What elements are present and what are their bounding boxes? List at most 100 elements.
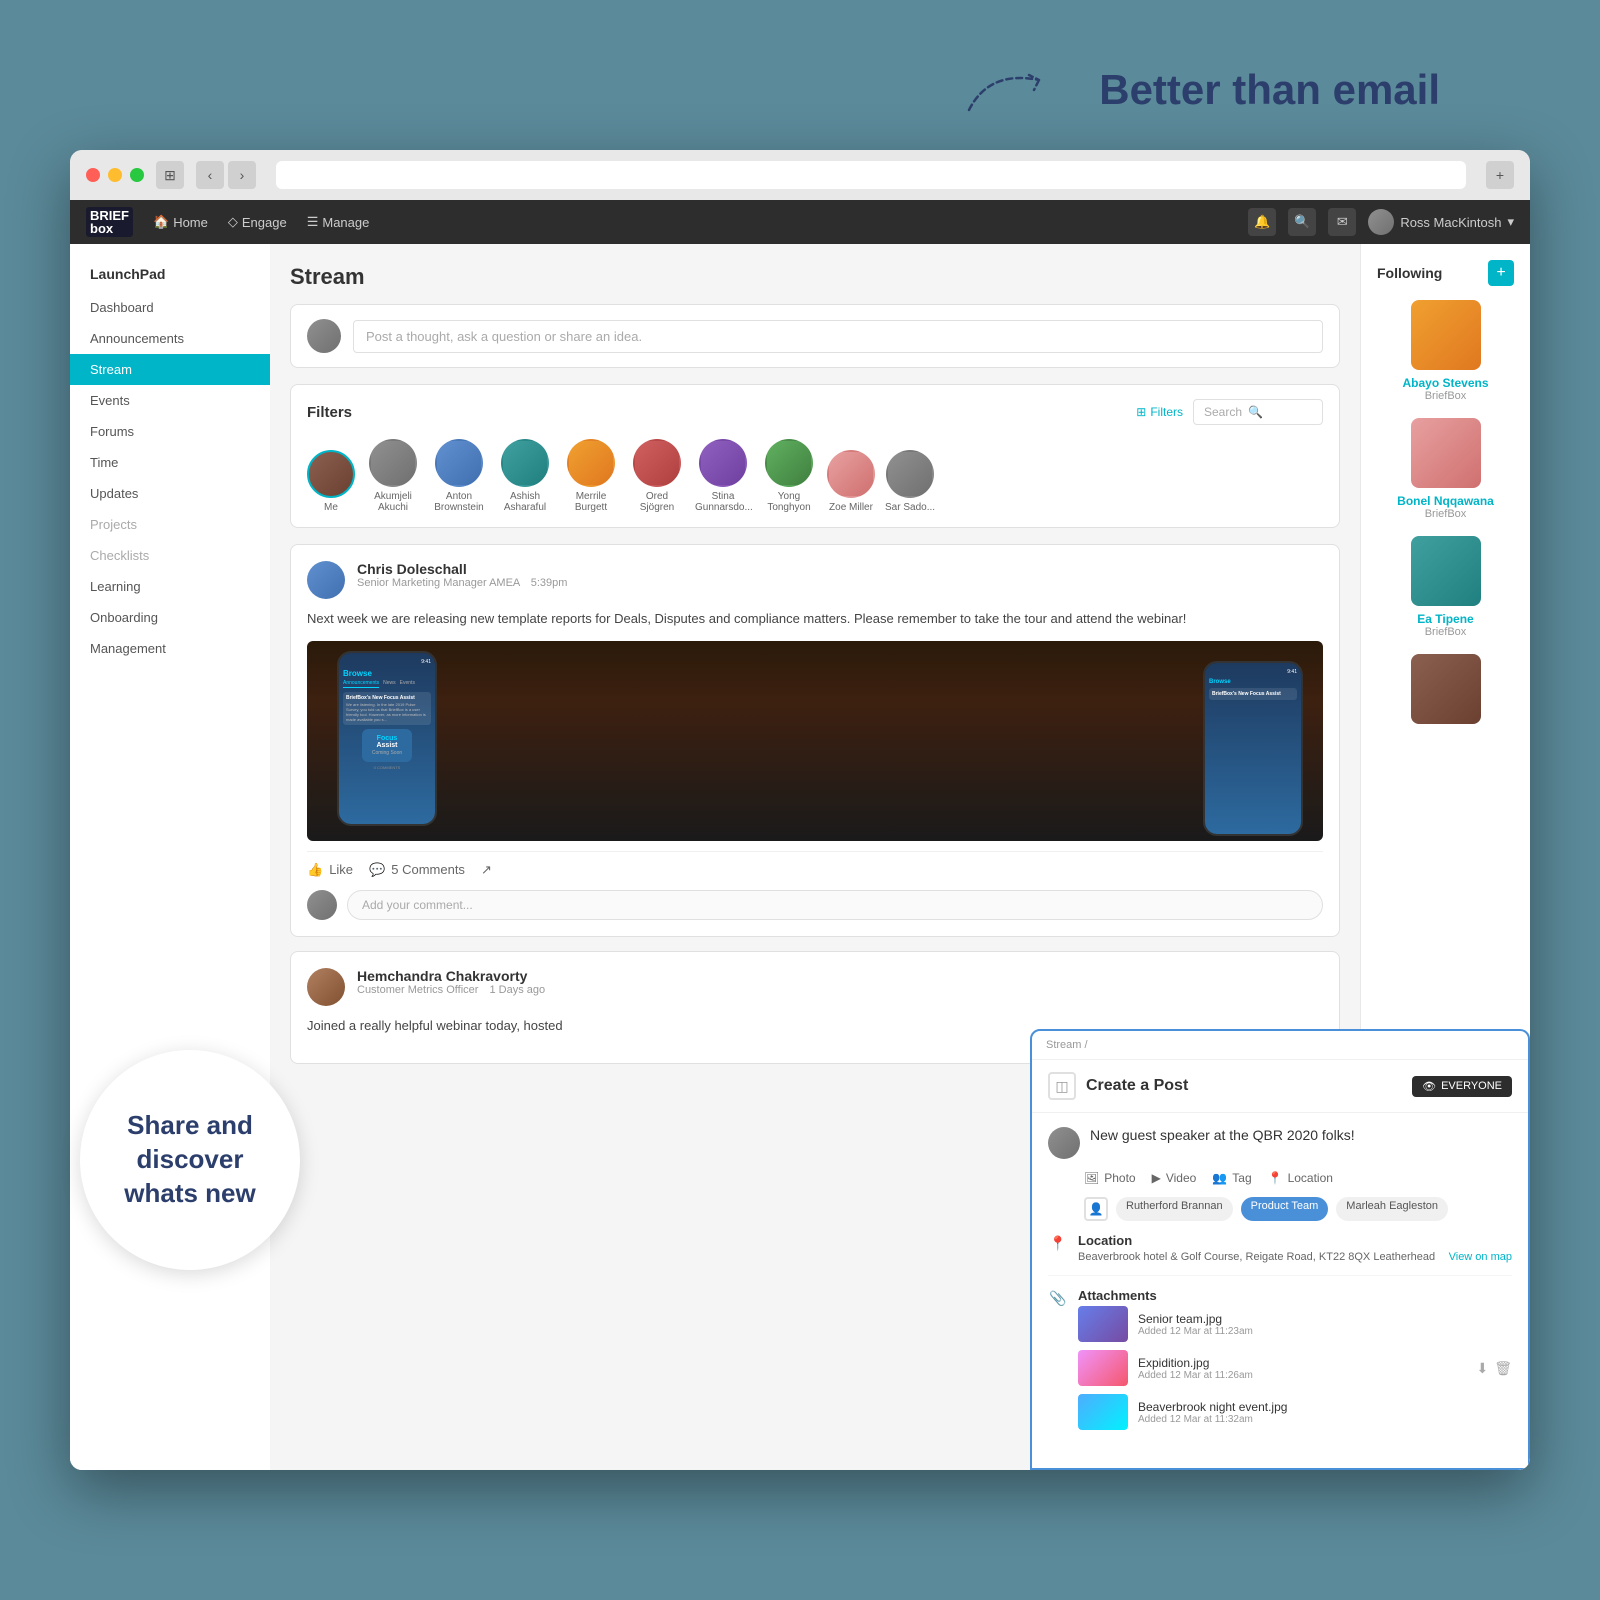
minimize-button[interactable] [108,168,122,182]
post-input[interactable]: Post a thought, ask a question or share … [353,320,1323,353]
following-avatar-2 [1411,418,1481,488]
forward-button[interactable]: › [228,161,256,189]
search-nav-button[interactable]: 🔍 [1288,208,1316,236]
sidebar-item-events[interactable]: Events [70,385,270,416]
filters-search-box[interactable]: Search 🔍 [1193,399,1323,425]
filter-avatar-9[interactable]: Sar Sado... [885,450,935,513]
filter-name-6: Stina Gunnarsdo... [695,491,751,513]
sidebar-item-time[interactable]: Time [70,447,270,478]
filter-name-3: Ashish Asharaful [497,491,553,513]
url-bar[interactable] [276,161,1466,189]
phone-mockup-2: 9:41 Browse BriefBox's New Focus Assist [1203,661,1303,836]
sidebar-item-onboarding[interactable]: Onboarding [70,602,270,633]
filters-toggle-button[interactable]: ⊞ Filters [1136,405,1183,419]
following-name-2: Bonel Nqqawana [1397,494,1494,508]
following-person-4[interactable] [1377,654,1514,730]
sidebar-item-forums[interactable]: Forums [70,416,270,447]
comment-input[interactable]: Add your comment... [347,890,1323,920]
filter-avatar-5[interactable]: Ored Sjögren [629,439,685,513]
filters-search-text: Search [1204,405,1242,419]
following-avatar-4 [1411,654,1481,724]
attach-actions-1: ⬇ 🗑 [1476,1360,1512,1377]
post-card-1: Chris Doleschall Senior Marketing Manage… [290,544,1340,937]
filter-avatar-1[interactable]: Akumjeli Akuchi [365,439,421,513]
sidebar-item-updates[interactable]: Updates [70,478,270,509]
filter-avatar-me[interactable]: Me [307,450,355,513]
cp-photo-button[interactable]: 🖼 Photo [1084,1171,1136,1185]
filter-avatar-7[interactable]: Yong Tonghyon [761,439,817,513]
share-button[interactable]: ↗ [481,862,492,878]
annotation-arrow-icon [959,60,1079,120]
nav-engage[interactable]: ◇ Engage [228,214,287,230]
filter-avatar-6[interactable]: Stina Gunnarsdo... [695,439,751,513]
filter-name-2: Anton Brownstein [431,491,487,513]
following-name-3: Ea Tipene [1417,612,1473,626]
sidebar-item-dashboard[interactable]: Dashboard [70,292,270,323]
cp-everyone-button[interactable]: 👁 EVERYONE [1412,1076,1512,1097]
view-on-map-button[interactable]: View on map [1449,1251,1512,1263]
cp-attachments-section: 📎 Attachments Senior team.jpg Added 12 M… [1048,1288,1512,1442]
cp-post-icon: ◫ [1048,1072,1076,1100]
add-following-button[interactable]: + [1488,260,1514,286]
post-2-time: 1 Days ago [490,984,546,996]
app-body: LaunchPad Dashboard Announcements Stream… [70,244,1530,1470]
filter-avatar-8[interactable]: Zoe Miller [827,450,875,513]
filters-btn-label: Filters [1150,405,1183,419]
filter-avatar-2[interactable]: Anton Brownstein [431,439,487,513]
following-header: Following + [1377,260,1514,286]
post-bg: 9:41 Browse Announcements News Events Br… [307,641,1323,841]
filter-avatar-3[interactable]: Ashish Asharaful [497,439,553,513]
cp-tag-1[interactable]: Product Team [1241,1197,1329,1221]
new-tab-button[interactable]: + [1486,161,1514,189]
sidebar-item-stream[interactable]: Stream [70,354,270,385]
post-1-header: Chris Doleschall Senior Marketing Manage… [307,561,1323,599]
photo-label: Photo [1104,1171,1135,1185]
close-button[interactable] [86,168,100,182]
nav-manage[interactable]: ☰ Manage [307,214,370,230]
post-1-image: 9:41 Browse Announcements News Events Br… [307,641,1323,841]
cp-tag-0[interactable]: Rutherford Brannan [1116,1197,1233,1221]
filter-avatar-4[interactable]: Merrile Burgett [563,439,619,513]
nav-home[interactable]: 🏠 Home [153,214,208,230]
messages-button[interactable]: ✉ [1328,208,1356,236]
comments-button[interactable]: 💬 5 Comments [369,862,465,878]
video-icon: ▶ [1152,1171,1161,1185]
sidebar-toggle-button[interactable]: ⊞ [156,161,184,189]
sidebar-item-learning[interactable]: Learning [70,571,270,602]
user-menu-button[interactable]: Ross MacKintosh ▾ [1368,209,1514,235]
cp-tags-row: 👤 Rutherford Brannan Product Team Marlea… [1048,1197,1512,1221]
filters-bar: Filters ⊞ Filters Search 🔍 [290,384,1340,528]
notifications-button[interactable]: 🔔 [1248,208,1276,236]
post-2-meta: Hemchandra Chakravorty Customer Metrics … [357,968,545,996]
sidebar-item-announcements[interactable]: Announcements [70,323,270,354]
maximize-button[interactable] [130,168,144,182]
attachment-0: Senior team.jpg Added 12 Mar at 11:23am [1078,1306,1512,1342]
phone-screen: 9:41 Browse Announcements News Events Br… [339,653,435,824]
cp-tag-2[interactable]: Marleah Eagleston [1336,1197,1448,1221]
attach-delete-button[interactable]: 🗑 [1494,1360,1512,1377]
post-2-header: Hemchandra Chakravorty Customer Metrics … [307,968,1323,1006]
sidebar-item-projects: Projects [70,509,270,540]
filter-avatar-img-8 [827,450,875,498]
cp-location-button[interactable]: 📍 Location [1268,1171,1333,1185]
sidebar: LaunchPad Dashboard Announcements Stream… [70,244,270,1470]
sidebar-item-management[interactable]: Management [70,633,270,664]
following-person-2[interactable]: Bonel Nqqawana BriefBox [1377,418,1514,520]
like-button[interactable]: 👍 Like [307,862,353,878]
cp-tag-button[interactable]: 👥 Tag [1212,1171,1251,1185]
following-person-1[interactable]: Abayo Stevens BriefBox [1377,300,1514,402]
attach-download-button[interactable]: ⬇ [1476,1360,1488,1377]
create-post-overlay: Stream / ◫ Create a Post 👁 EVERYONE New … [1030,1029,1530,1470]
user-avatar [1368,209,1394,235]
filters-title: Filters [307,404,352,421]
back-button[interactable]: ‹ [196,161,224,189]
logo-box-text: box [90,222,129,235]
following-person-3[interactable]: Ea Tipene BriefBox [1377,536,1514,638]
attach-thumb-2 [1078,1394,1128,1430]
filter-name-5: Ored Sjögren [629,491,685,513]
following-company-3: BriefBox [1425,626,1467,638]
phone-mockup: 9:41 Browse Announcements News Events Br… [337,651,437,826]
share-circle: Share and discover whats new [80,1050,300,1270]
cp-video-button[interactable]: ▶ Video [1152,1171,1197,1185]
eye-icon: 👁 [1422,1080,1436,1093]
